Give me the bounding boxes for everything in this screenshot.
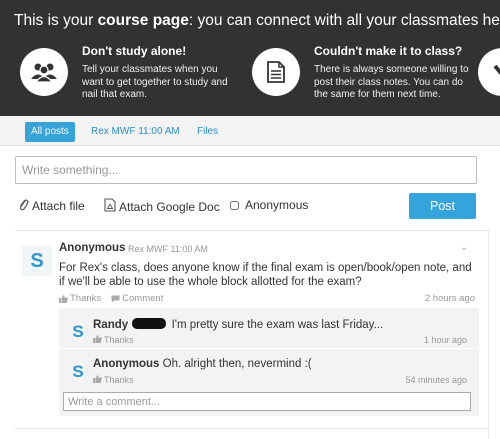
- reply-content: Randy I'm pretty sure the exam was last …: [93, 318, 383, 331]
- divider: [488, 230, 489, 439]
- attach-file-label: Attach file: [32, 199, 85, 213]
- feature-desc: There is always someone willing to post …: [314, 64, 469, 100]
- thanks-label: Thanks: [104, 375, 134, 385]
- feature-title: Don't study alone!: [82, 44, 187, 58]
- banner-title-bold: course page: [97, 12, 189, 29]
- pencil-icon: [478, 48, 500, 96]
- thanks-button[interactable]: Thanks: [59, 293, 101, 304]
- thanks-button[interactable]: Thanks: [93, 375, 134, 385]
- anonymous-label: Anonymous: [245, 198, 309, 212]
- divider: [15, 428, 487, 429]
- tab-all-posts[interactable]: All posts: [25, 122, 75, 142]
- avatar[interactable]: S: [22, 246, 52, 276]
- reply-text: Oh. alright then, nevermind :(: [162, 358, 312, 370]
- thanks-button[interactable]: Thanks: [93, 335, 134, 345]
- thanks-label: Thanks: [70, 293, 102, 304]
- reply-timestamp: 1 hour ago: [423, 335, 467, 345]
- divider: [15, 230, 487, 231]
- reply-item: S Randy I'm pretty sure the exam was las…: [59, 310, 479, 348]
- comment-button[interactable]: Comment: [111, 293, 163, 304]
- comment-label: Comment: [122, 293, 164, 304]
- thumbs-up-icon: [93, 335, 102, 345]
- anonymous-toggle[interactable]: Anonymous: [230, 198, 308, 212]
- post-body: For Rex's class, does anyone know if the…: [59, 262, 472, 288]
- thumbs-up-icon: [59, 294, 68, 303]
- reply-author[interactable]: Anonymous: [93, 358, 159, 370]
- course-banner: This is your course page: you can connec…: [0, 0, 500, 116]
- banner-title-prefix: This is your: [14, 12, 98, 29]
- tab-files[interactable]: Files: [191, 122, 224, 142]
- thumbs-up-icon: [93, 375, 102, 385]
- avatar[interactable]: S: [65, 359, 91, 385]
- feature-desc: Tell your classmates when you want to ge…: [82, 64, 228, 100]
- google-doc-icon: [104, 198, 116, 215]
- reply-author[interactable]: Randy: [93, 319, 128, 331]
- people-icon: [20, 48, 68, 96]
- post-section[interactable]: Rex MWF 11:00 AM: [128, 244, 208, 254]
- anonymous-checkbox[interactable]: [230, 200, 239, 210]
- course-tabs: All posts Rex MWF 11:00 AM Files: [0, 116, 500, 146]
- compose-input[interactable]: [15, 156, 477, 184]
- attach-file-button[interactable]: Attach file: [18, 198, 85, 214]
- reply-content: Anonymous Oh. alright then, nevermind :(: [93, 358, 312, 370]
- attach-google-doc-button[interactable]: Attach Google Doc: [104, 198, 220, 215]
- attach-google-doc-label: Attach Google Doc: [119, 199, 220, 214]
- feature-title: Couldn't make it to class?: [314, 44, 463, 58]
- divider: [59, 348, 479, 349]
- tab-rex-mwf[interactable]: Rex MWF 11:00 AM: [85, 122, 186, 142]
- banner-title: This is your course page: you can connec…: [14, 12, 500, 30]
- document-icon: [252, 48, 300, 96]
- reply-text: I'm pretty sure the exam was last Friday…: [171, 319, 384, 331]
- comment-input[interactable]: [63, 392, 471, 411]
- banner-title-suffix: : you can connect with all your classmat…: [188, 12, 500, 29]
- post-button[interactable]: Post: [409, 193, 476, 219]
- post-actions: Thanks Comment: [59, 293, 163, 304]
- thanks-label: Thanks: [104, 335, 134, 345]
- replies-thread: S Randy I'm pretty sure the exam was las…: [59, 308, 479, 416]
- post-timestamp: 2 hours ago: [424, 293, 475, 304]
- reply-item: S Anonymous Oh. alright then, nevermind …: [59, 350, 479, 388]
- reply-timestamp: 54 minutes ago: [405, 375, 467, 385]
- redacted-name: [132, 318, 167, 329]
- avatar[interactable]: S: [65, 319, 91, 345]
- paperclip-icon: [18, 198, 29, 214]
- comment-icon: [111, 295, 120, 303]
- chevron-down-icon[interactable]: ⌄: [460, 242, 468, 253]
- post-author[interactable]: Anonymous: [59, 242, 125, 254]
